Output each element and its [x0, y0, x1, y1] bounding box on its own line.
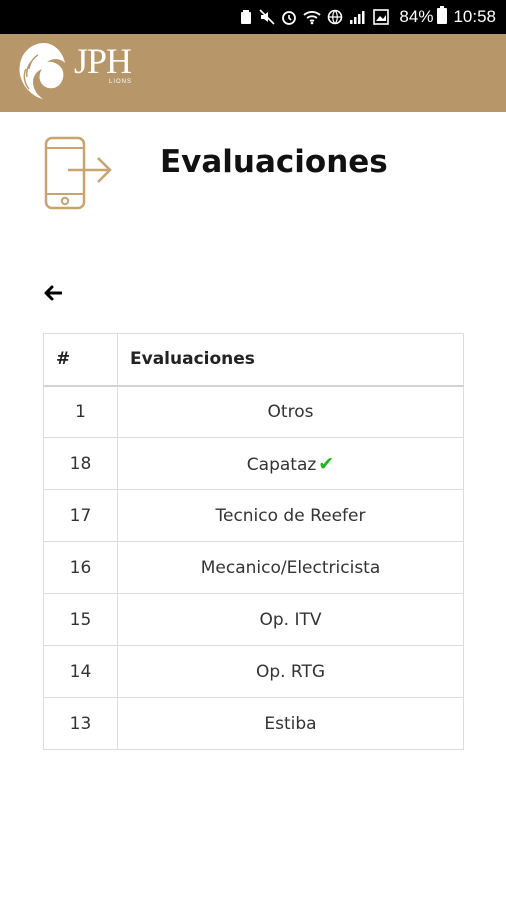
evaluation-label: Otros — [267, 401, 314, 422]
evaluation-label: Estiba — [264, 713, 317, 734]
evaluation-label: Capataz — [246, 454, 317, 475]
lion-logo-icon — [14, 39, 72, 108]
battery-percent: 84% — [399, 7, 434, 26]
row-evaluation-name[interactable]: Otros — [117, 385, 464, 438]
row-number: 14 — [43, 645, 118, 698]
evaluation-label: Op. RTG — [255, 661, 326, 682]
battery-icon — [437, 5, 448, 29]
data-icon — [327, 9, 343, 25]
table-row[interactable]: 13 Estiba — [43, 697, 464, 750]
logo: JPH LIONS — [14, 39, 132, 108]
signal-icon — [349, 9, 367, 25]
table-row[interactable]: 17 Tecnico de Reefer — [43, 489, 464, 542]
phone-exit-icon — [42, 134, 116, 217]
column-header-number: # — [43, 333, 118, 387]
table-header-row: # Evaluaciones — [43, 333, 464, 387]
alarm-icon — [281, 9, 297, 25]
table-row[interactable]: 16 Mecanico/Electricista — [43, 541, 464, 594]
row-evaluation-name[interactable]: Estiba — [117, 697, 464, 750]
table-row[interactable]: 14 Op. RTG — [43, 645, 464, 698]
clock: 10:58 — [453, 7, 496, 26]
mute-icon — [259, 9, 275, 25]
table-row[interactable]: 15 Op. ITV — [43, 593, 464, 646]
row-number: 17 — [43, 489, 118, 542]
row-evaluation-name[interactable]: Tecnico de Reefer — [117, 489, 464, 542]
row-evaluation-name[interactable]: Mecanico/Electricista — [117, 541, 464, 594]
evaluations-table: # Evaluaciones 1 Otros 18 Capataz ✔ 17 Te… — [43, 333, 464, 750]
column-header-evaluations: Evaluaciones — [117, 333, 464, 387]
title-row: Evaluaciones — [0, 130, 506, 210]
row-number: 16 — [43, 541, 118, 594]
evaluation-label: Op. ITV — [259, 609, 322, 630]
table-row[interactable]: 18 Capataz ✔ — [43, 437, 464, 490]
status-icons — [239, 9, 390, 25]
page-title: Evaluaciones — [160, 144, 388, 180]
app-header: JPH LIONS — [0, 34, 506, 112]
evaluation-label: Tecnico de Reefer — [215, 505, 366, 526]
row-number: 15 — [43, 593, 118, 646]
row-evaluation-name[interactable]: Op. RTG — [117, 645, 464, 698]
row-number: 18 — [43, 437, 118, 490]
row-number: 13 — [43, 697, 118, 750]
row-number: 1 — [43, 385, 118, 438]
back-button[interactable] — [40, 282, 66, 308]
evaluation-label: Mecanico/Electricista — [200, 557, 381, 578]
image-icon — [373, 9, 390, 25]
arrow-left-icon — [44, 285, 63, 306]
table-row[interactable]: 1 Otros — [43, 385, 464, 438]
status-bar: 84% 10:58 — [0, 0, 506, 34]
logo-text: JPH — [74, 40, 132, 81]
row-evaluation-name[interactable]: Capataz ✔ — [117, 437, 464, 490]
notification-icon — [239, 9, 253, 25]
logo-subtext: LIONS — [109, 78, 133, 85]
row-evaluation-name[interactable]: Op. ITV — [117, 593, 464, 646]
wifi-icon — [303, 9, 322, 25]
checkmark-icon: ✔ — [318, 452, 335, 475]
